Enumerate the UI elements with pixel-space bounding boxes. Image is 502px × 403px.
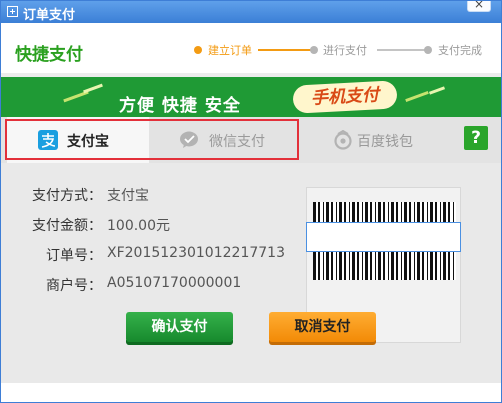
- tab-baidu-wallet[interactable]: 百度钱包: [299, 117, 449, 163]
- tab-wechat-label: 微信支付: [209, 134, 265, 150]
- barcode-input[interactable]: [306, 222, 461, 252]
- progress-steps: 建立订单 进行支付 支付完成: [186, 42, 496, 58]
- merchant-number-label: 商户号：: [46, 278, 102, 294]
- alipay-icon: [38, 130, 58, 150]
- payment-method-label: 支付方式：: [32, 188, 102, 204]
- window-icon: [7, 6, 18, 17]
- baidu-wallet-icon: [334, 130, 352, 150]
- header: 快捷支付 建立订单 进行支付 支付完成: [1, 23, 501, 73]
- mobile-pay-badge: 手机支付: [292, 80, 398, 114]
- step-line-2: [377, 49, 425, 51]
- step-1-dot: [194, 46, 202, 54]
- window-title: 订单支付: [23, 8, 76, 23]
- tab-alipay-label: 支付宝: [67, 134, 109, 150]
- wechat-icon: [180, 131, 198, 148]
- payment-window: 订单支付 × 快捷支付 建立订单 进行支付 支付完成 方便 快捷 安全 手机支付: [0, 0, 502, 403]
- order-number-label: 订单号：: [46, 248, 102, 264]
- order-number-value: XF201512301012217713: [107, 245, 285, 261]
- payment-amount-label: 支付金额：: [32, 218, 102, 234]
- help-button[interactable]: ?: [464, 126, 488, 150]
- promo-banner: 方便 快捷 安全 手机支付: [1, 77, 501, 117]
- leaf-decoration: [83, 83, 103, 94]
- payment-tabs: 支付宝 微信支付 百度钱包: [1, 117, 501, 163]
- leaf-decoration: [405, 90, 429, 103]
- tab-alipay[interactable]: 支付宝: [7, 117, 149, 163]
- step-1-label: 建立订单: [208, 44, 252, 57]
- banner-slogan: 方便 快捷 安全: [119, 96, 241, 116]
- merchant-number-value: A05107170000001: [107, 275, 242, 291]
- step-3-dot: [424, 46, 432, 54]
- title-bar: 订单支付 ×: [1, 1, 501, 23]
- leaf-decoration: [428, 86, 446, 95]
- confirm-pay-button[interactable]: 确认支付: [126, 312, 233, 342]
- close-button[interactable]: ×: [467, 1, 491, 12]
- tab-wechat[interactable]: 微信支付: [151, 117, 297, 163]
- cancel-pay-button[interactable]: 取消支付: [269, 312, 376, 342]
- step-line-1: [258, 49, 314, 51]
- step-2-dot: [310, 46, 318, 54]
- brand-title: 快捷支付: [15, 45, 83, 65]
- step-3-label: 支付完成: [438, 44, 482, 57]
- payment-amount-value: 100.00元: [107, 218, 170, 234]
- step-2-label: 进行支付: [323, 44, 367, 57]
- payment-method-value: 支付宝: [107, 188, 149, 204]
- mobile-pay-text: 手机支付: [310, 85, 380, 109]
- tab-baidu-wallet-label: 百度钱包: [357, 134, 413, 150]
- window-footer: [1, 383, 501, 402]
